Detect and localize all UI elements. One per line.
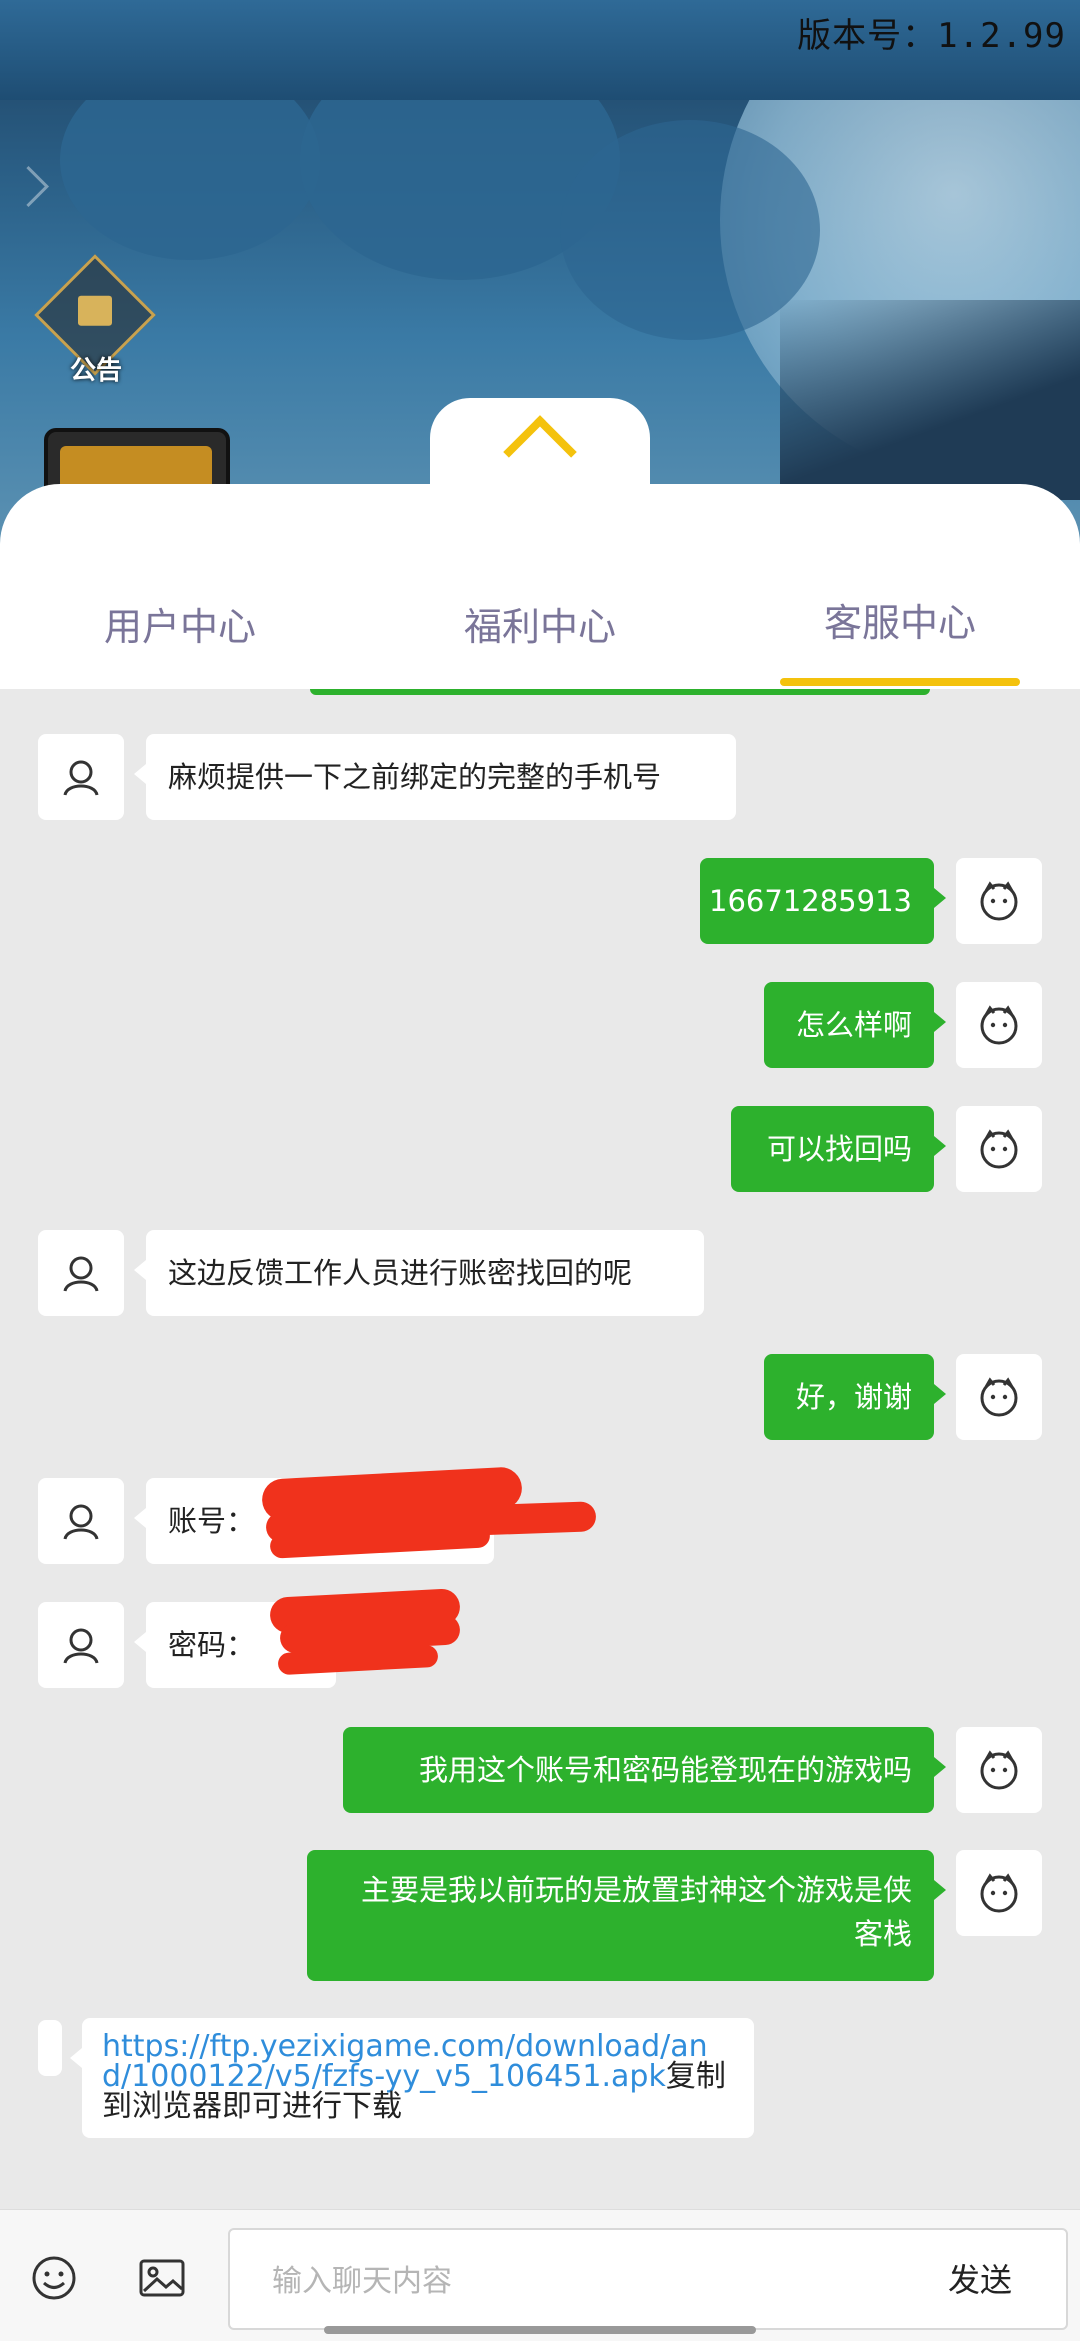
message-text: 可以找回吗	[766, 1132, 912, 1166]
message-text: 怎么样啊	[795, 1008, 912, 1042]
agent-icon	[63, 1628, 99, 1664]
partial-message	[310, 689, 930, 695]
user-avatar	[956, 982, 1042, 1068]
message-bubble: 我用这个账号和密码能登现在的游戏吗	[343, 1727, 946, 1813]
message-text: 主要是我以前玩的是放置封神这个游戏是侠客栈	[360, 1873, 912, 1951]
message-bubble: 可以找回吗	[731, 1106, 946, 1192]
panel-header	[0, 484, 1080, 689]
user-icon	[980, 1005, 1018, 1045]
message-text: 这边反馈工作人员进行账密找回的呢	[168, 1256, 633, 1290]
message-bubble: https://ftp.yezixigame.com/download/and/…	[70, 2018, 754, 2138]
user-avatar	[956, 1850, 1042, 1936]
tab-welfare-center[interactable]: 福利中心	[390, 596, 690, 651]
agent-avatar	[38, 1478, 124, 1564]
user-avatar	[956, 1727, 1042, 1813]
user-icon	[980, 1873, 1018, 1913]
message-text: 好，谢谢	[795, 1380, 912, 1414]
home-indicator[interactable]	[324, 2326, 756, 2334]
message-bubble: 这边反馈工作人员进行账密找回的呢	[134, 1230, 704, 1316]
version-label: 版本号：1.2.99	[797, 16, 1066, 56]
tab-customer-service[interactable]: 客服中心	[750, 592, 1050, 647]
message-text: 16671285913	[709, 884, 912, 918]
message-input[interactable]	[270, 2256, 874, 2306]
agent-icon	[63, 1504, 99, 1540]
roof-graphic	[780, 300, 1080, 500]
message-text: 密码：	[168, 1628, 256, 1662]
download-link[interactable]: https://ftp.yezixigame.com/download/and/…	[102, 2029, 708, 2094]
notice-label[interactable]: 公告	[70, 350, 122, 387]
message-text: 我用这个账号和密码能登现在的游戏吗	[418, 1753, 912, 1787]
message-input-box: 发送	[228, 2228, 1068, 2330]
user-icon	[980, 1129, 1018, 1169]
send-button[interactable]: 发送	[948, 2254, 1012, 2306]
chat-area[interactable]: 麻烦提供一下之前绑定的完整的手机号 16671285913 怎么样啊 可以找回吗…	[0, 689, 1080, 2209]
message-bubble: 16671285913	[700, 858, 946, 944]
agent-avatar	[38, 734, 124, 820]
message-bubble: 麻烦提供一下之前绑定的完整的手机号	[134, 734, 736, 820]
agent-avatar	[38, 1602, 124, 1688]
active-tab-indicator	[780, 678, 1020, 686]
scroll-icon	[78, 295, 112, 326]
user-icon	[980, 881, 1018, 921]
user-icon	[980, 1377, 1018, 1417]
agent-icon	[63, 1256, 99, 1292]
message-bubble: 好，谢谢	[764, 1354, 946, 1440]
message-bubble: 怎么样啊	[764, 982, 946, 1068]
agent-avatar	[38, 1230, 124, 1316]
user-avatar	[956, 1354, 1042, 1440]
user-avatar	[956, 858, 1042, 944]
user-avatar	[956, 1106, 1042, 1192]
emoji-icon[interactable]	[30, 2254, 78, 2302]
message-text: 麻烦提供一下之前绑定的完整的手机号	[168, 760, 662, 794]
message-text: 账号：	[168, 1504, 256, 1538]
agent-icon	[63, 760, 99, 796]
image-icon[interactable]	[138, 2254, 186, 2302]
user-icon	[980, 1750, 1018, 1790]
agent-avatar	[38, 2020, 62, 2076]
tab-user-center[interactable]: 用户中心	[30, 596, 330, 651]
message-bubble: 主要是我以前玩的是放置封神这个游戏是侠客栈	[307, 1850, 946, 1981]
